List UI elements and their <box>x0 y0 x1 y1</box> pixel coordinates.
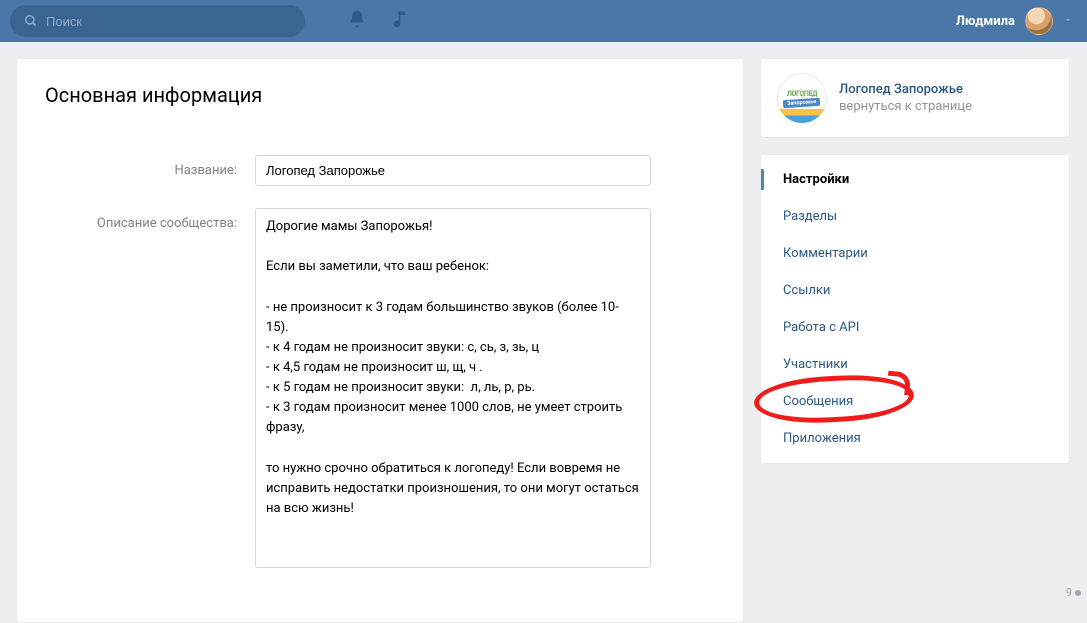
nav-item-приложения[interactable]: Приложения <box>761 420 1069 457</box>
community-info: Логопед Запорожье вернуться к странице <box>839 82 972 114</box>
community-title[interactable]: Логопед Запорожье <box>839 82 972 97</box>
community-card[interactable]: ЛОГОПЕД Запорожье Логопед Запорожье верн… <box>760 58 1070 138</box>
logo-wave-icon <box>777 109 827 123</box>
bell-icon[interactable] <box>347 9 367 33</box>
search-icon <box>24 14 38 28</box>
nav-item-участники[interactable]: Участники <box>761 346 1069 383</box>
logo-text-top: ЛОГОПЕД <box>787 90 817 98</box>
avatar <box>1025 7 1053 35</box>
page-body: Основная информация Название: Описание с… <box>0 42 1087 623</box>
user-name: Людмила <box>956 14 1015 29</box>
right-column: ЛОГОПЕД Запорожье Логопед Запорожье верн… <box>760 58 1070 464</box>
corner-dot-icon <box>1075 590 1081 596</box>
community-logo: ЛОГОПЕД Запорожье <box>777 73 827 123</box>
search-input[interactable] <box>46 14 291 29</box>
topbar-icons <box>347 9 411 33</box>
row-description: Описание сообщества: <box>45 208 715 572</box>
name-input[interactable] <box>255 155 651 186</box>
nav-item-разделы[interactable]: Разделы <box>761 198 1069 235</box>
user-menu[interactable]: Людмила <box>956 0 1073 42</box>
nav-item-ссылки[interactable]: Ссылки <box>761 272 1069 309</box>
chevron-down-icon <box>1063 14 1073 29</box>
corner-value: 9 <box>1066 586 1072 599</box>
nav-item-комментарии[interactable]: Комментарии <box>761 235 1069 272</box>
corner-indicator: 9 <box>1066 586 1081 599</box>
music-icon[interactable] <box>391 9 411 33</box>
community-back-link[interactable]: вернуться к странице <box>839 99 972 114</box>
top-bar: Людмила <box>0 0 1087 42</box>
row-name: Название: <box>45 155 715 186</box>
name-label: Название: <box>45 155 255 186</box>
settings-nav: НастройкиРазделыКомментарииСсылкиРабота … <box>760 154 1070 464</box>
nav-item-настройки[interactable]: Настройки <box>761 161 1069 198</box>
page-title: Основная информация <box>45 83 715 107</box>
logo-text-band: Запорожье <box>783 97 821 108</box>
search-box[interactable] <box>10 5 305 37</box>
main-card: Основная информация Название: Описание с… <box>16 58 744 623</box>
description-label: Описание сообщества: <box>45 208 255 572</box>
description-textarea[interactable] <box>255 208 651 568</box>
nav-item-сообщения[interactable]: Сообщения <box>761 383 1069 420</box>
nav-item-работа-с-api[interactable]: Работа с API <box>761 309 1069 346</box>
